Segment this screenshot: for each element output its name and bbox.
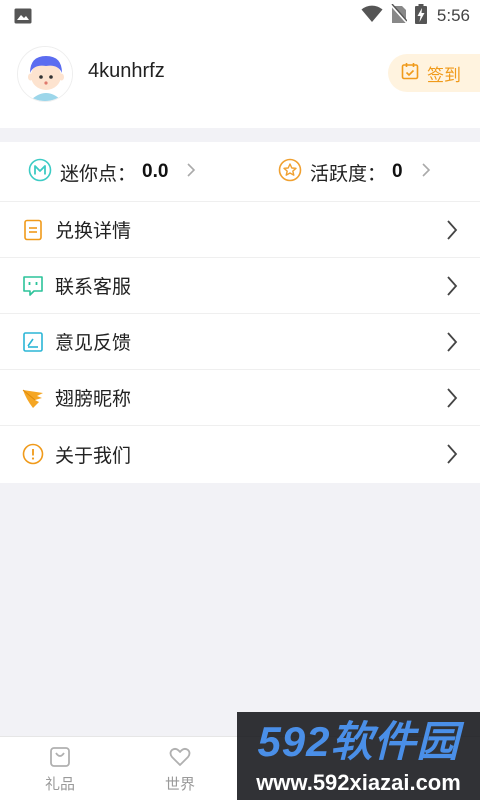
chevron-right-icon bbox=[446, 443, 458, 469]
battery-charging-icon bbox=[414, 4, 427, 28]
watermark: 592软件园 www.592xiazai.com bbox=[237, 712, 480, 800]
watermark-brand: 592软件园 bbox=[257, 718, 460, 765]
document-icon bbox=[22, 219, 44, 241]
no-sim-icon bbox=[390, 3, 408, 28]
mini-points-value: 0.0 bbox=[142, 161, 169, 182]
wifi-icon bbox=[361, 5, 383, 27]
mini-points-stat[interactable]: 迷你点： 0.0 bbox=[28, 142, 196, 202]
chevron-right-icon bbox=[186, 162, 196, 182]
menu-item-label: 意见反馈 bbox=[55, 332, 132, 354]
stats-row: 迷你点： 0.0 活跃度： 0 bbox=[0, 142, 480, 202]
feedback-edit-icon bbox=[22, 331, 44, 353]
activity-stat[interactable]: 活跃度： 0 bbox=[278, 142, 431, 202]
chevron-right-icon bbox=[446, 331, 458, 357]
gift-bag-icon bbox=[48, 745, 72, 773]
info-icon bbox=[22, 443, 44, 465]
signin-label: 签到 bbox=[427, 65, 461, 86]
menu-item-label: 翅膀昵称 bbox=[55, 388, 132, 410]
menu-item-about-us[interactable]: 关于我们 bbox=[0, 426, 480, 483]
menu-item-label: 兑换详情 bbox=[55, 220, 132, 242]
star-circle-icon bbox=[278, 158, 302, 186]
image-icon bbox=[14, 8, 32, 28]
activity-value: 0 bbox=[392, 161, 403, 182]
status-time: 5:56 bbox=[436, 6, 470, 25]
avatar[interactable] bbox=[17, 46, 73, 102]
heart-icon bbox=[168, 745, 192, 773]
status-bar: 5:56 bbox=[0, 0, 480, 32]
username: 4kunhrfz bbox=[88, 60, 165, 82]
profile-header: 4kunhrfz 签到 bbox=[0, 32, 480, 128]
menu-item-exchange-details[interactable]: 兑换详情 bbox=[0, 202, 480, 258]
chevron-right-icon bbox=[446, 219, 458, 245]
calendar-check-icon bbox=[401, 62, 419, 85]
tab-label: 礼品 bbox=[44, 775, 75, 793]
menu-item-label: 关于我们 bbox=[55, 445, 132, 467]
menu-item-feedback[interactable]: 意见反馈 bbox=[0, 314, 480, 370]
menu-item-customer-service[interactable]: 联系客服 bbox=[0, 258, 480, 314]
tab-world[interactable]: 世界 bbox=[120, 737, 240, 800]
tab-gifts[interactable]: 礼品 bbox=[0, 737, 120, 800]
activity-label: 活跃度： bbox=[310, 162, 387, 185]
status-icons: 5:56 bbox=[361, 3, 470, 28]
menu-item-wing-nickname[interactable]: 翅膀昵称 bbox=[0, 370, 480, 426]
chevron-right-icon bbox=[421, 162, 431, 182]
menu-item-label: 联系客服 bbox=[55, 276, 132, 298]
tab-label: 世界 bbox=[164, 775, 195, 793]
mini-points-label: 迷你点： bbox=[60, 162, 137, 185]
menu-list: 兑换详情 联系客服 意见反馈 翅膀昵称 关于我们 bbox=[0, 202, 480, 483]
watermark-url: www.592xiazai.com bbox=[256, 770, 461, 795]
chevron-right-icon bbox=[446, 275, 458, 301]
m-coin-icon bbox=[28, 158, 52, 186]
chevron-right-icon bbox=[446, 387, 458, 413]
signin-button[interactable]: 签到 bbox=[388, 54, 480, 92]
chat-bubble-icon bbox=[22, 275, 44, 297]
wing-icon bbox=[22, 387, 44, 409]
